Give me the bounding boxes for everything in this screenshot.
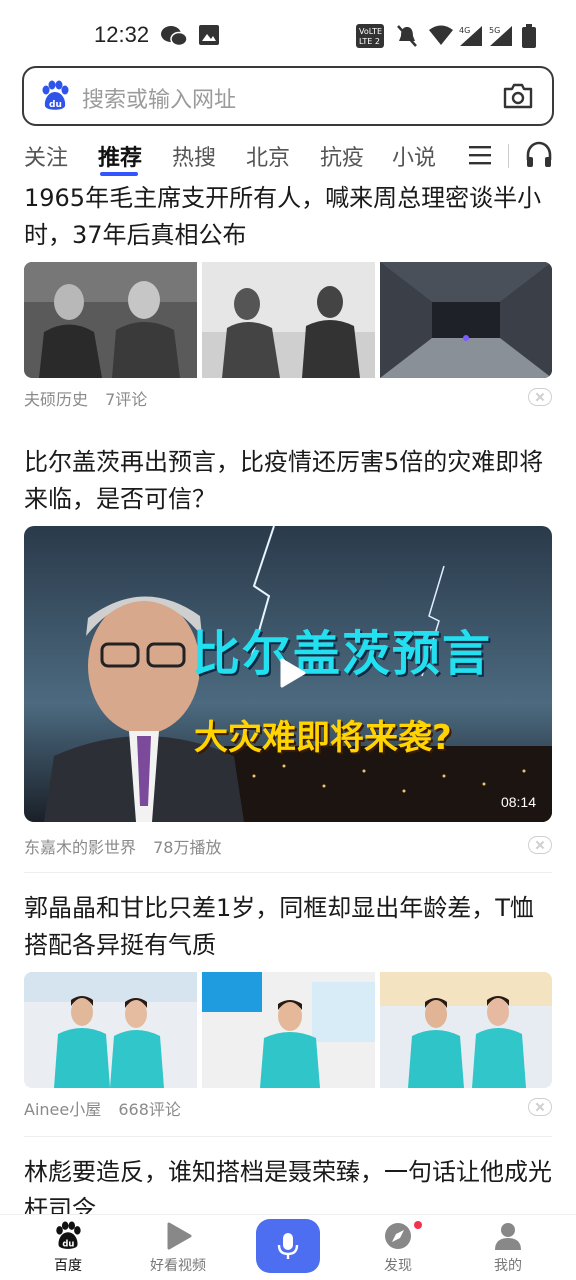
article-thumbnail[interactable]	[380, 262, 552, 378]
mute-bell-icon	[397, 25, 417, 47]
article-thumbnail[interactable]	[24, 972, 197, 1088]
tab-follow[interactable]: 关注	[24, 140, 68, 172]
baidu-paw-icon: du	[56, 1221, 81, 1249]
signal-5g-icon: 5G	[489, 26, 512, 46]
dismiss-icon[interactable]	[528, 388, 552, 406]
article-meta: 东嘉木的影世界 78万播放	[24, 834, 221, 858]
article-source[interactable]: 夫硕历史	[24, 390, 88, 409]
article-title[interactable]: 郭晶晶和甘比只差1岁，同框却显出年龄差，T恤搭配各异挺有气质	[24, 890, 552, 964]
nav-profile[interactable]: 我的	[468, 1221, 548, 1275]
article-image-row[interactable]	[24, 262, 552, 378]
article-thumbnail[interactable]	[202, 972, 375, 1088]
wifi-icon	[429, 25, 453, 45]
nav-haokan-video[interactable]: 好看视频	[138, 1221, 218, 1275]
article-source[interactable]: 东嘉木的影世界	[24, 838, 136, 857]
tab-novel[interactable]: 小说	[392, 140, 436, 172]
status-bar: 12:32 VoLTE LTE 2 4G 5G	[0, 0, 576, 68]
search-box[interactable]: du 搜索或输入网址	[22, 66, 554, 126]
svg-text:du: du	[49, 100, 62, 110]
video-duration: 08:14	[500, 794, 536, 810]
dismiss-icon[interactable]	[528, 1098, 552, 1116]
svg-text:du: du	[62, 1238, 74, 1248]
article-meta: 夫硕历史 7评论	[24, 386, 147, 410]
menu-icon[interactable]	[468, 144, 492, 166]
headphone-icon[interactable]	[524, 140, 554, 170]
notification-dot	[414, 1221, 422, 1229]
tab-anti-epidemic[interactable]: 抗疫	[320, 140, 364, 172]
nav-discover[interactable]: 发现	[358, 1221, 438, 1275]
tab-hot-search[interactable]: 热搜	[172, 140, 216, 172]
feed-divider	[24, 872, 552, 873]
article-source[interactable]: Ainee小屋	[24, 1100, 101, 1119]
user-icon	[495, 1223, 521, 1250]
active-tab-indicator	[100, 172, 138, 176]
article-title[interactable]: 林彪要造反，谁知搭档是聂荣臻，一句话让他成光杆司令	[24, 1154, 552, 1214]
article-thumbnail[interactable]	[202, 262, 375, 378]
video-title-overlay: 比尔盖茨预言	[192, 626, 493, 682]
tab-beijing[interactable]: 北京	[246, 140, 290, 172]
play-video-icon	[167, 1222, 192, 1250]
svg-text:5G: 5G	[489, 26, 500, 35]
channel-tabs: 关注 推荐 热搜 北京 抗疫 小说	[0, 128, 576, 180]
baidu-logo-icon: du	[42, 80, 69, 110]
play-icon[interactable]	[274, 656, 308, 690]
article-title[interactable]: 比尔盖茨再出预言，比疫情还厉害5倍的灾难即将来临，是否可信？	[24, 444, 552, 518]
article-image-row[interactable]	[24, 972, 552, 1088]
search-input[interactable]: 搜索或输入网址	[82, 82, 236, 114]
article-title[interactable]: 1965年毛主席支开所有人，喊来周总理密谈半小时，37年后真相公布	[24, 180, 552, 254]
svg-text:LTE 2: LTE 2	[359, 37, 380, 46]
camera-icon[interactable]	[502, 82, 534, 110]
article-meta: Ainee小屋 668评论	[24, 1096, 181, 1120]
image-icon	[199, 25, 219, 45]
news-feed[interactable]: 1965年毛主席支开所有人，喊来周总理密谈半小时，37年后真相公布 夫硕历史 7…	[0, 180, 576, 1214]
wechat-icon	[161, 26, 188, 47]
nav-label: 百度	[54, 1258, 82, 1274]
signal-4g-icon: 4G	[459, 26, 482, 46]
svg-text:VoLTE: VoLTE	[359, 27, 382, 36]
svg-text:4G: 4G	[459, 26, 470, 35]
article-stat: 78万播放	[153, 838, 222, 857]
news-article[interactable]: 林彪要造反，谁知搭档是聂荣臻，一句话让他成光杆司令	[24, 1154, 552, 1214]
news-article[interactable]: 比尔盖茨再出预言，比疫情还厉害5倍的灾难即将来临，是否可信？ 比尔盖茨预言 大灾…	[24, 444, 552, 857]
tab-recommend[interactable]: 推荐	[98, 140, 142, 172]
nav-label: 好看视频	[150, 1258, 206, 1274]
microphone-icon	[277, 1233, 299, 1259]
tab-divider	[508, 144, 509, 168]
article-thumbnail[interactable]	[24, 262, 197, 378]
feed-divider	[24, 1136, 552, 1137]
article-stat: 668评论	[118, 1100, 181, 1119]
nav-home[interactable]: du 百度	[28, 1221, 108, 1275]
battery-icon	[522, 24, 536, 48]
video-player[interactable]: 比尔盖茨预言 大灾难即将来袭? 08:14	[24, 526, 552, 822]
nav-label: 发现	[384, 1258, 412, 1274]
article-stat: 7评论	[105, 390, 148, 409]
news-article[interactable]: 1965年毛主席支开所有人，喊来周总理密谈半小时，37年后真相公布 夫硕历史 7…	[24, 180, 552, 409]
voice-search-button[interactable]	[256, 1219, 320, 1273]
bottom-navigation: du 百度 好看视频 发现 我的	[0, 1214, 576, 1280]
nav-label: 我的	[494, 1258, 522, 1274]
status-time: 12:32	[94, 22, 150, 47]
compass-icon	[385, 1223, 411, 1249]
video-subtitle-overlay: 大灾难即将来袭?	[194, 718, 452, 758]
article-thumbnail[interactable]	[380, 972, 552, 1088]
news-article[interactable]: 郭晶晶和甘比只差1岁，同框却显出年龄差，T恤搭配各异挺有气质 Ainee小屋 6…	[24, 890, 552, 1119]
volte-icon: VoLTE LTE 2	[356, 24, 384, 48]
dismiss-icon[interactable]	[528, 836, 552, 854]
